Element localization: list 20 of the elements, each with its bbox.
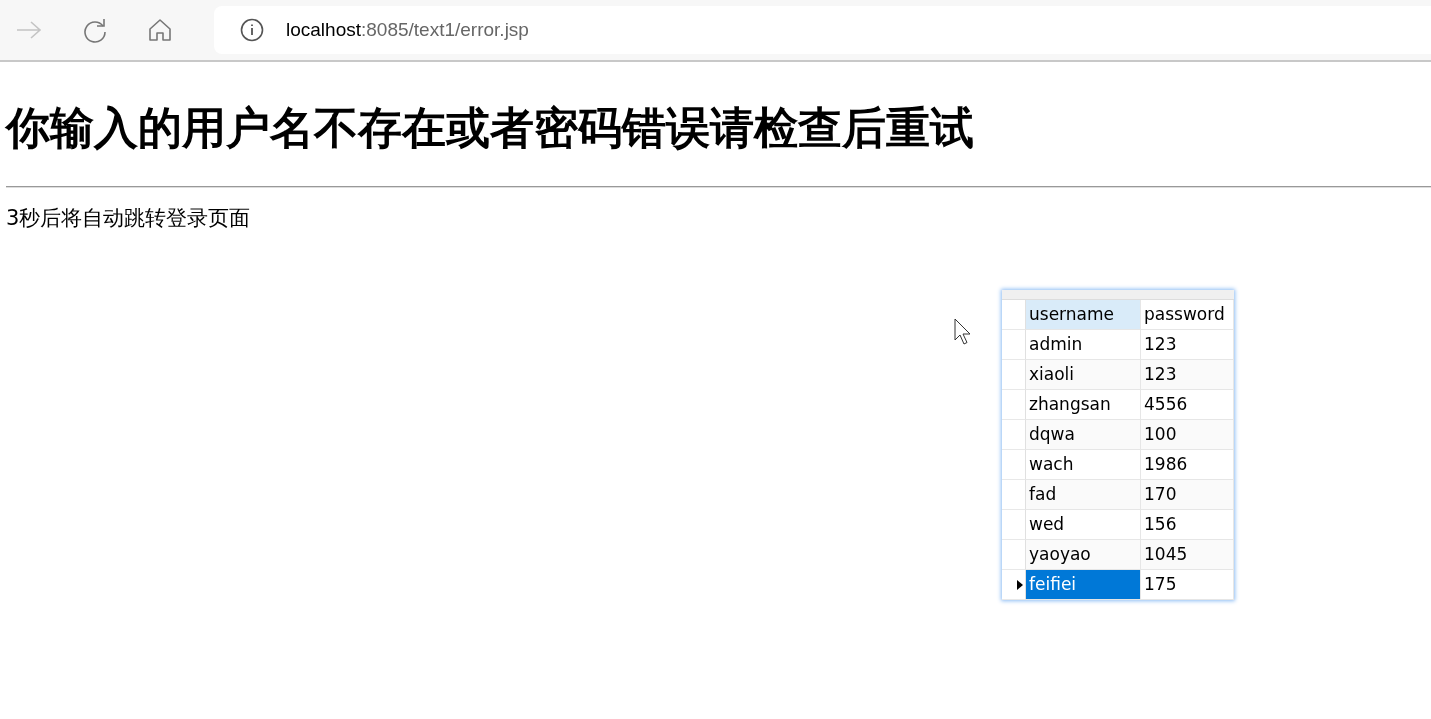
- address-bar[interactable]: localhost:8085/text1/error.jsp: [214, 6, 1431, 54]
- redirect-message: 3秒后将自动跳转登录页面: [6, 205, 252, 232]
- table-cell: 170: [1141, 480, 1234, 510]
- table-cell: fad: [1026, 480, 1141, 510]
- table-cell: 123: [1141, 360, 1234, 390]
- table-cell: feifiei: [1026, 570, 1141, 600]
- reload-icon[interactable]: [82, 17, 108, 43]
- column-header[interactable]: username: [1026, 300, 1141, 330]
- table-cell: yaoyao: [1026, 540, 1141, 570]
- home-icon[interactable]: [148, 18, 172, 42]
- table-cell: dqwa: [1026, 420, 1141, 450]
- table-cell: 1045: [1141, 540, 1234, 570]
- table-cell: 175: [1141, 570, 1234, 600]
- column-header[interactable]: password: [1141, 300, 1234, 330]
- error-heading: 你输入的用户名不存在或者密码错误请检查后重试: [6, 101, 975, 155]
- url-text: localhost:8085/text1/error.jsp: [286, 19, 529, 41]
- info-icon[interactable]: [240, 18, 264, 42]
- table-cell: xiaoli: [1026, 360, 1141, 390]
- table-cell: 100: [1141, 420, 1234, 450]
- forward-arrow-icon[interactable]: [16, 20, 42, 40]
